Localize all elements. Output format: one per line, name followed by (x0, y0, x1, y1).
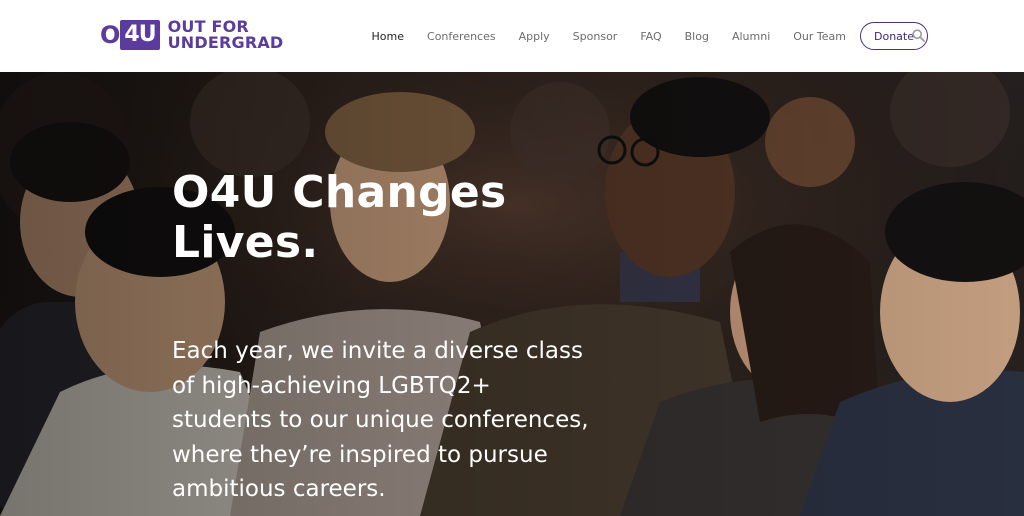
nav-alumni[interactable]: Alumni (732, 30, 770, 43)
site-logo[interactable]: O 4U OUT FOR UNDERGRAD (100, 18, 283, 52)
logo-mark: O 4U (100, 18, 160, 52)
search-icon[interactable] (912, 29, 925, 42)
nav-our-team[interactable]: Our Team (793, 30, 846, 43)
logo-mark-o: O (100, 21, 120, 49)
hero-body: Each year, we invite a diverse class of … (172, 338, 589, 502)
nav-conferences[interactable]: Conferences (427, 30, 496, 43)
nav-faq[interactable]: FAQ (640, 30, 661, 43)
logo-line-2: UNDERGRAD (167, 33, 284, 52)
logo-wordmark: OUT FOR UNDERGRAD (168, 19, 284, 51)
hero-headline: O4U Changes Lives. (172, 167, 507, 268)
nav-sponsor[interactable]: Sponsor (573, 30, 618, 43)
nav-blog[interactable]: Blog (685, 30, 709, 43)
hero-section: O4U Changes Lives. Each year, we invite … (0, 72, 1024, 516)
nav-apply[interactable]: Apply (519, 30, 550, 43)
logo-mark-4u: 4U (120, 20, 160, 50)
nav-home[interactable]: Home (372, 30, 404, 43)
main-nav: Home Conferences Apply Sponsor FAQ Blog … (372, 0, 928, 72)
site-header: O 4U OUT FOR UNDERGRAD Home Conferences … (0, 0, 1024, 72)
